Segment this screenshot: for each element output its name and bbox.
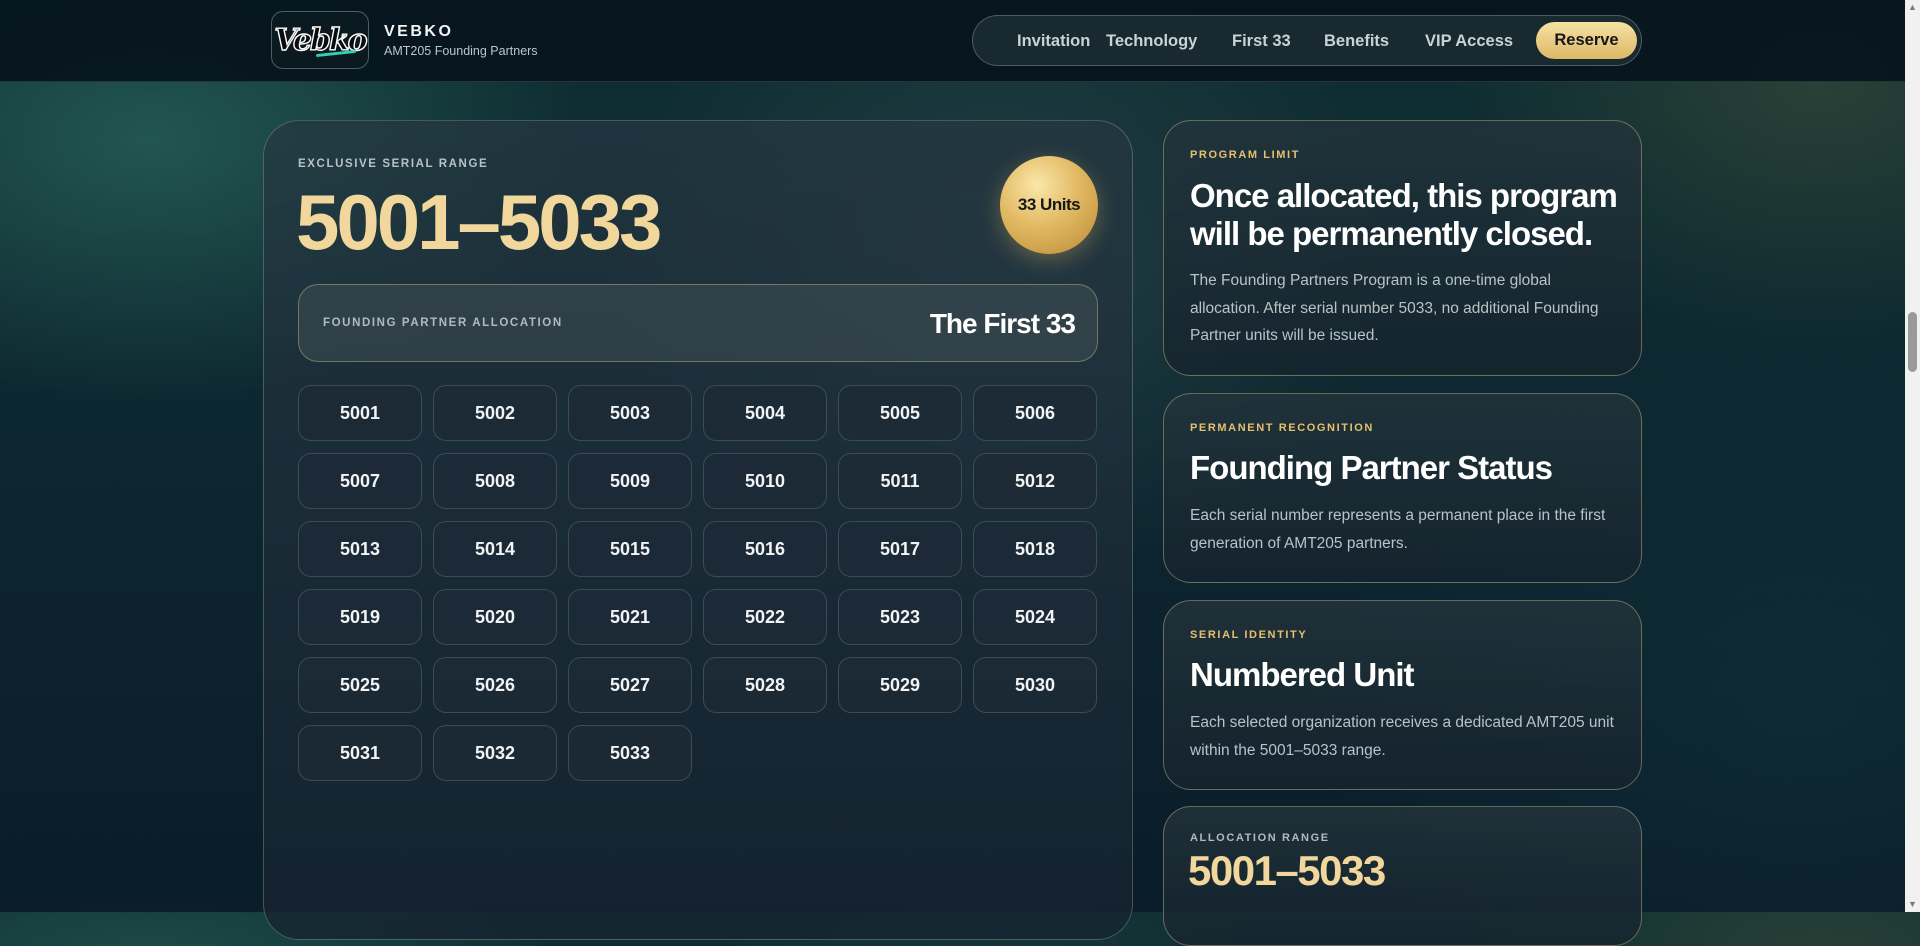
nav-link-vip-access[interactable]: VIP Access [1425,32,1513,51]
serial-tile[interactable]: 5025 [298,657,422,713]
serial-tile[interactable]: 5023 [838,589,962,645]
serial-tile[interactable]: 5007 [298,453,422,509]
page-scrollbar[interactable]: ▲ ▼ [1905,0,1920,912]
permanent-recognition-body: Each serial number represents a permanen… [1190,507,1606,552]
top-navigation-bar: Vebko VEBKO AMT205 Founding Partners Inv… [0,0,1905,82]
serial-tile[interactable]: 5016 [703,521,827,577]
brand-title: VEBKO [384,23,454,40]
serial-tile[interactable]: 5004 [703,385,827,441]
serial-tile[interactable]: 5022 [703,589,827,645]
permanent-recognition-card: Permanent Recognition Founding Partner S… [1163,393,1642,583]
allocation-bar: Founding Partner Allocation The First 33 [298,284,1098,362]
brand-subtitle: AMT205 Founding Partners [384,44,538,58]
serial-tile[interactable]: 5028 [703,657,827,713]
serial-identity-title: Numbered Unit [1190,656,1415,693]
serial-tile[interactable]: 5009 [568,453,692,509]
serial-identity-eyebrow: Serial Identity [1190,629,1308,641]
serial-tile[interactable]: 5002 [433,385,557,441]
scrollbar-thumb[interactable] [1908,312,1917,372]
units-badge: 33 Units [1000,156,1098,254]
serial-tile[interactable]: 5027 [568,657,692,713]
permanent-recognition-title: Founding Partner Status [1190,449,1553,486]
serial-tile[interactable]: 5013 [298,521,422,577]
nav-link-benefits[interactable]: Benefits [1324,32,1389,51]
serial-tile[interactable]: 5017 [838,521,962,577]
serial-grid: 5001 5002 5003 5004 5005 5006 5007 5008 … [298,385,1098,781]
serial-tile[interactable]: 5031 [298,725,422,781]
serial-tile[interactable]: 5019 [298,589,422,645]
serial-tile[interactable]: 5021 [568,589,692,645]
nav-link-invitation[interactable]: Invitation [1017,32,1090,51]
serial-tile[interactable]: 5026 [433,657,557,713]
serial-identity-body: Each selected organization receives a de… [1190,714,1614,759]
scroll-down-arrow-icon[interactable]: ▼ [1908,899,1917,909]
serial-tile[interactable]: 5003 [568,385,692,441]
allocation-range-value: 5001–5033 [1188,847,1386,894]
program-limit-body: The Founding Partners Program is a one-t… [1190,272,1599,344]
serial-identity-card: Serial Identity Numbered Unit Each selec… [1163,600,1642,790]
serial-tile[interactable]: 5033 [568,725,692,781]
serial-tile[interactable]: 5024 [973,589,1097,645]
serial-tile[interactable]: 5032 [433,725,557,781]
program-limit-title: Once allocated, this program will be per… [1190,177,1618,252]
allocation-value: The First 33 [929,308,1076,339]
serial-tile[interactable]: 5014 [433,521,557,577]
serial-tile[interactable]: 5001 [298,385,422,441]
serial-range-card: Exclusive Serial Range 5001–5033 33 Unit… [263,120,1133,940]
vebko-logo[interactable]: Vebko [271,11,369,69]
permanent-recognition-eyebrow: Permanent Recognition [1190,422,1374,434]
main-nav: Invitation Technology First 33 Benefits … [972,15,1642,66]
serial-range-value: 5001–5033 [296,178,662,266]
serial-tile[interactable]: 5015 [568,521,692,577]
allocation-range-card: Allocation Range 5001–5033 [1163,806,1642,946]
serial-tile[interactable]: 5012 [973,453,1097,509]
program-limit-eyebrow: Program Limit [1190,149,1301,161]
serial-tile[interactable]: 5008 [433,453,557,509]
allocation-label: Founding Partner Allocation [323,317,563,329]
serial-tile[interactable]: 5006 [973,385,1097,441]
serial-tile[interactable]: 5029 [838,657,962,713]
serial-tile[interactable]: 5018 [973,521,1097,577]
serial-tile[interactable]: 5010 [703,453,827,509]
serial-tile[interactable]: 5030 [973,657,1097,713]
reserve-button[interactable]: Reserve [1536,22,1637,59]
program-limit-card: Program Limit Once allocated, this progr… [1163,120,1642,376]
serial-tile[interactable]: 5011 [838,453,962,509]
nav-link-first-33[interactable]: First 33 [1232,32,1291,51]
nav-link-technology[interactable]: Technology [1106,32,1197,51]
serial-tile[interactable]: 5005 [838,385,962,441]
allocation-range-eyebrow: Allocation Range [1190,832,1330,844]
scroll-up-arrow-icon[interactable]: ▲ [1908,2,1917,12]
serial-range-eyebrow: Exclusive Serial Range [298,158,489,170]
serial-tile[interactable]: 5020 [433,589,557,645]
